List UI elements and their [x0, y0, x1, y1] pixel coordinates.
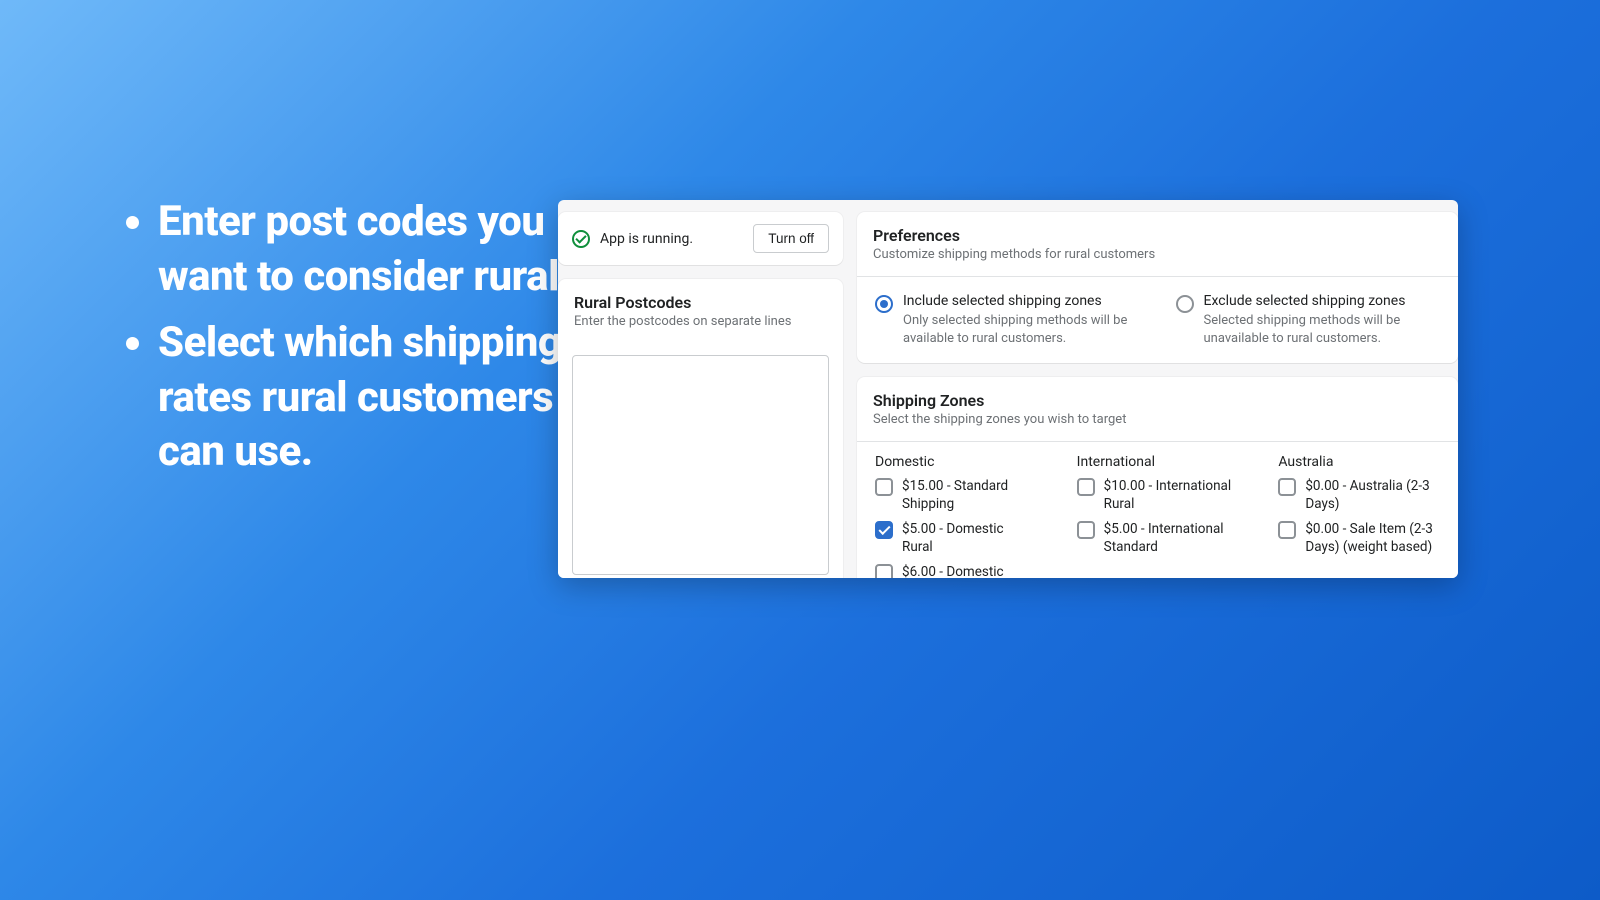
include-radio-group[interactable]: Include selected shipping zones Only sel…	[875, 293, 1140, 347]
zone-row[interactable]: $5.00 - Domestic Rural	[875, 521, 1037, 556]
checkbox-label: $6.00 - Domestic Standard (weight based)	[902, 564, 1037, 578]
zone-row[interactable]: $10.00 - International Rural	[1077, 478, 1239, 513]
preferences-card: Preferences Customize shipping methods f…	[857, 212, 1458, 363]
check-circle-icon	[572, 230, 590, 248]
app-screenshot: App is running. Turn off Rural Postcodes…	[558, 200, 1458, 578]
checkbox-label: $0.00 - Australia (2-3 Days)	[1305, 478, 1440, 513]
shipping-zones-card: Shipping Zones Select the shipping zones…	[857, 377, 1458, 578]
include-radio-desc: Only selected shipping methods will be a…	[903, 312, 1140, 347]
status-text: App is running.	[600, 231, 693, 247]
left-column: App is running. Turn off Rural Postcodes…	[558, 200, 843, 578]
checkbox-domestic-0[interactable]	[875, 478, 893, 496]
checkbox-label: $15.00 - Standard Shipping	[902, 478, 1037, 513]
turn-off-button[interactable]: Turn off	[753, 224, 829, 253]
zone-col-australia: Australia $0.00 - Australia (2-3 Days) $…	[1278, 454, 1440, 578]
zone-header-domestic: Domestic	[875, 454, 1037, 470]
exclude-radio-desc: Selected shipping methods will be unavai…	[1204, 312, 1441, 347]
zone-col-international: International $10.00 - International Rur…	[1077, 454, 1239, 578]
right-column: Preferences Customize shipping methods f…	[857, 200, 1458, 578]
preferences-title: Preferences	[873, 226, 1442, 245]
checkbox-international-0[interactable]	[1077, 478, 1095, 496]
zones-subtitle: Select the shipping zones you wish to ta…	[873, 412, 1442, 427]
preferences-radio-row: Include selected shipping zones Only sel…	[857, 277, 1458, 363]
checkbox-domestic-2[interactable]	[875, 564, 893, 578]
zone-row[interactable]: $0.00 - Sale Item (2-3 Days) (weight bas…	[1278, 521, 1440, 556]
checkbox-label: $10.00 - International Rural	[1104, 478, 1239, 513]
promo-bullet-list: Enter post codes you want to consider ru…	[120, 195, 578, 492]
checkbox-domestic-1[interactable]	[875, 521, 893, 539]
preferences-subtitle: Customize shipping methods for rural cus…	[873, 247, 1442, 262]
checkbox-international-1[interactable]	[1077, 521, 1095, 539]
zone-header-australia: Australia	[1278, 454, 1440, 470]
zone-header-international: International	[1077, 454, 1239, 470]
zone-row[interactable]: $15.00 - Standard Shipping	[875, 478, 1037, 513]
checkbox-australia-1[interactable]	[1278, 521, 1296, 539]
zone-row[interactable]: $5.00 - International Standard	[1077, 521, 1239, 556]
checkbox-label: $5.00 - Domestic Rural	[902, 521, 1037, 556]
zone-row[interactable]: $6.00 - Domestic Standard (weight based)	[875, 564, 1037, 578]
zone-col-domestic: Domestic $15.00 - Standard Shipping $5.0…	[875, 454, 1037, 578]
postcodes-card: Rural Postcodes Enter the postcodes on s…	[558, 279, 843, 578]
checkbox-label: $5.00 - International Standard	[1104, 521, 1239, 556]
postcodes-textarea[interactable]	[572, 355, 829, 575]
include-radio-label: Include selected shipping zones	[903, 293, 1140, 309]
exclude-radio-label: Exclude selected shipping zones	[1204, 293, 1441, 309]
zones-grid: Domestic $15.00 - Standard Shipping $5.0…	[857, 442, 1458, 578]
promo-bullet-2: Select which shipping rates rural custom…	[158, 316, 578, 480]
checkbox-label: $0.00 - Sale Item (2-3 Days) (weight bas…	[1305, 521, 1440, 556]
include-radio[interactable]	[875, 295, 893, 313]
exclude-radio[interactable]	[1176, 295, 1194, 313]
postcodes-subtitle: Enter the postcodes on separate lines	[574, 314, 827, 329]
checkbox-australia-0[interactable]	[1278, 478, 1296, 496]
promo-bullet-1: Enter post codes you want to consider ru…	[158, 195, 578, 304]
postcodes-title: Rural Postcodes	[574, 293, 827, 312]
exclude-radio-group[interactable]: Exclude selected shipping zones Selected…	[1176, 293, 1441, 347]
status-card: App is running. Turn off	[558, 212, 843, 265]
zone-row[interactable]: $0.00 - Australia (2-3 Days)	[1278, 478, 1440, 513]
zones-title: Shipping Zones	[873, 391, 1442, 410]
